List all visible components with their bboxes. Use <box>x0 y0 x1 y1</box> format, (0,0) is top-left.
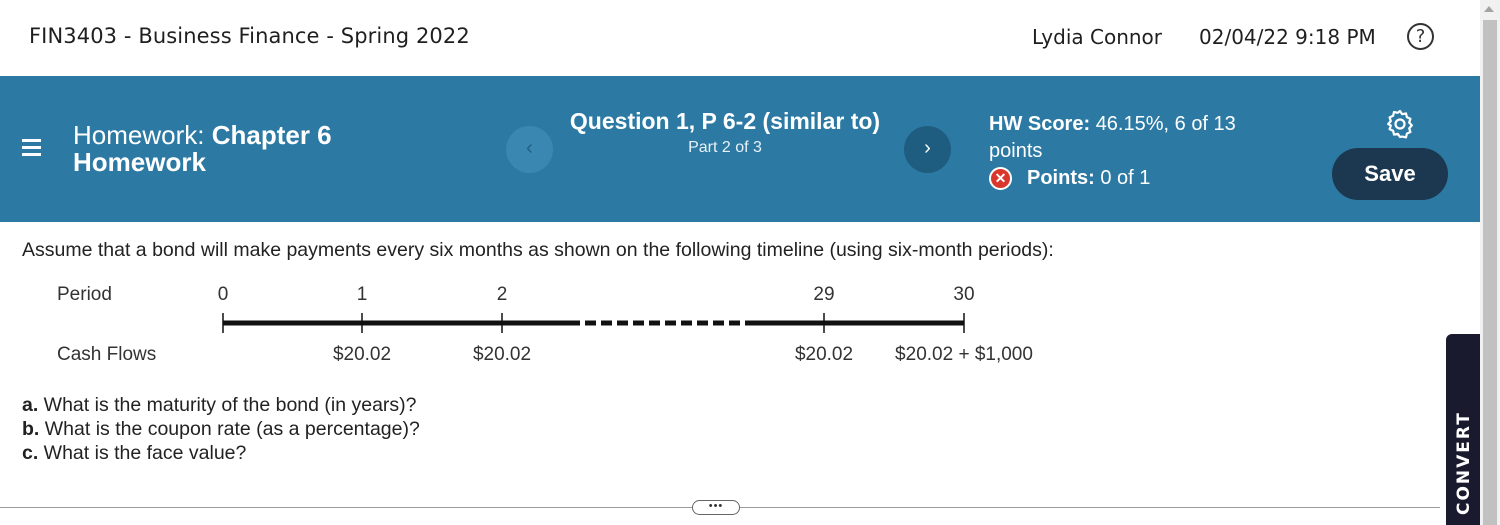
question-b-letter: b. <box>22 418 40 440</box>
homework-prefix: Homework: <box>73 120 205 150</box>
homework-title: Homework: Chapter 6 Homework <box>73 122 332 176</box>
cashflow-30: $20.02 + $1,000 <box>895 344 1033 365</box>
scroll-up-arrow-icon[interactable] <box>1484 6 1494 12</box>
user-name[interactable]: Lydia Connor <box>1032 25 1162 49</box>
top-header: FIN3403 - Business Finance - Spring 2022… <box>0 0 1480 76</box>
bond-timeline: Period Cash Flows 0 1 2 29 30 $20.02 $20… <box>0 270 1100 370</box>
x-circle-icon: ✕ <box>989 166 1012 190</box>
question-title: Question 1, P 6-2 (similar to) <box>569 108 881 134</box>
question-a-letter: a. <box>22 394 39 416</box>
question-prompt: Assume that a bond will make payments ev… <box>22 239 1054 261</box>
cashflow-2: $20.02 <box>472 344 532 365</box>
scrollbar-thumb[interactable] <box>1483 20 1497 525</box>
help-icon[interactable]: ? <box>1407 23 1434 50</box>
gear-icon[interactable] <box>1385 109 1415 139</box>
score-info: HW Score: 46.15%, 6 of 13 points ✕ Point… <box>989 111 1289 191</box>
menu-icon[interactable] <box>22 139 41 156</box>
course-title: FIN3403 - Business Finance - Spring 2022 <box>29 24 470 48</box>
homework-name-line-1: Chapter 6 <box>211 120 332 150</box>
convert-label: CONVERT <box>1454 411 1474 515</box>
chevron-left-icon: ‹ <box>526 137 533 159</box>
convert-side-tab[interactable]: CONVERT <box>1446 334 1480 525</box>
question-list: a. What is the maturity of the bond (in … <box>22 393 420 465</box>
datetime: 02/04/22 9:18 PM <box>1199 25 1376 49</box>
question-part: Part 2 of 3 <box>688 139 762 156</box>
question-c-letter: c. <box>22 442 39 464</box>
question-a: a. What is the maturity of the bond (in … <box>22 393 420 417</box>
cashflow-29: $20.02 <box>794 344 854 365</box>
homework-name-line-2: Homework <box>73 147 206 177</box>
save-button[interactable]: Save <box>1332 148 1448 200</box>
question-c-text: What is the face value? <box>38 442 247 464</box>
points: ✕ Points: 0 of 1 <box>989 165 1289 191</box>
previous-question-button[interactable]: ‹ <box>506 126 553 173</box>
cashflow-1: $20.02 <box>332 344 392 365</box>
next-question-button[interactable]: › <box>904 126 951 173</box>
question-a-text: What is the maturity of the bond (in yea… <box>38 394 417 416</box>
question-c: c. What is the face value? <box>22 441 420 465</box>
question-b: b. What is the coupon rate (as a percent… <box>22 417 420 441</box>
chevron-right-icon: › <box>924 137 931 159</box>
hw-score-label: HW Score: <box>989 113 1091 135</box>
question-header-band: Homework: Chapter 6 Homework ‹ Question … <box>0 76 1480 222</box>
points-label: Points: <box>1027 167 1095 189</box>
hw-score: HW Score: 46.15%, 6 of 13 points <box>989 111 1289 165</box>
question-b-text: What is the coupon rate (as a percentage… <box>39 418 420 440</box>
expand-more-button[interactable]: ••• <box>692 500 740 515</box>
question-info: Question 1, P 6-2 (similar to) Part 2 of… <box>560 109 890 157</box>
points-value: 0 of 1 <box>1100 167 1151 189</box>
